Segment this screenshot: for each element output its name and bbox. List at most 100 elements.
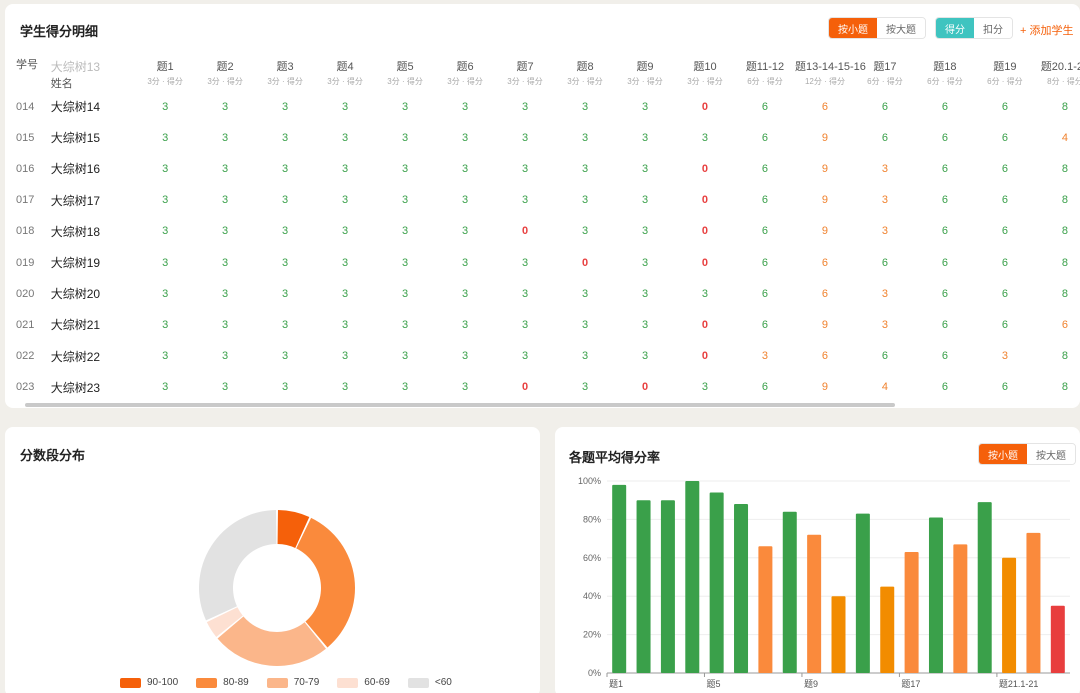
avg-by-big-question-button[interactable]: 按大题: [1027, 444, 1075, 464]
score-cell[interactable]: 3: [615, 216, 675, 247]
bar[interactable]: [904, 552, 919, 673]
score-cell[interactable]: 3: [495, 153, 555, 184]
score-cell[interactable]: 6: [855, 247, 915, 278]
header-question[interactable]: 题8 3分 · 得分: [555, 52, 615, 91]
score-cell[interactable]: 3: [195, 309, 255, 340]
score-cell[interactable]: 4: [855, 372, 915, 402]
score-cell[interactable]: 0: [495, 372, 555, 402]
by-big-question-button[interactable]: 按大题: [877, 18, 925, 38]
header-question[interactable]: 题9 3分 · 得分: [615, 52, 675, 91]
score-cell[interactable]: 6: [735, 122, 795, 153]
score-cell[interactable]: 3: [555, 122, 615, 153]
score-cell[interactable]: 3: [555, 341, 615, 372]
avg-by-small-question-button[interactable]: 按小题: [979, 444, 1027, 464]
score-cell[interactable]: 6: [735, 278, 795, 309]
score-cell[interactable]: 3: [495, 91, 555, 122]
score-cell[interactable]: 3: [375, 341, 435, 372]
score-cell[interactable]: 3: [615, 278, 675, 309]
score-cell[interactable]: 3: [435, 341, 495, 372]
score-cell[interactable]: 8: [1035, 372, 1080, 402]
bar[interactable]: [782, 511, 797, 673]
score-cell[interactable]: 3: [615, 247, 675, 278]
score-cell[interactable]: 3: [135, 309, 195, 340]
table-row[interactable]: 016 大综树16 3 3 3 3 3 3 3 3 3 0 6 9 3 6 6 8: [5, 153, 1080, 184]
score-cell[interactable]: 3: [135, 185, 195, 216]
score-cell[interactable]: 9: [795, 122, 855, 153]
table-row[interactable]: 019 大综树19 3 3 3 3 3 3 3 0 3 0 6 6 6 6 6 8: [5, 247, 1080, 278]
score-cell[interactable]: 3: [375, 91, 435, 122]
score-cell[interactable]: 3: [255, 216, 315, 247]
table-row[interactable]: 015 大综树15 3 3 3 3 3 3 3 3 3 3 6 9 6 6 6 4: [5, 122, 1080, 153]
score-cell[interactable]: 3: [315, 247, 375, 278]
score-cell[interactable]: 3: [315, 185, 375, 216]
score-cell[interactable]: 9: [795, 216, 855, 247]
bar[interactable]: [709, 492, 724, 673]
score-cell[interactable]: 3: [315, 278, 375, 309]
score-cell[interactable]: 3: [195, 216, 255, 247]
score-cell[interactable]: 3: [315, 216, 375, 247]
score-cell[interactable]: 0: [495, 216, 555, 247]
bar[interactable]: [612, 484, 627, 673]
score-cell[interactable]: 8: [1035, 216, 1080, 247]
score-cell[interactable]: 0: [675, 341, 735, 372]
header-question[interactable]: 题1 3分 · 得分: [135, 52, 195, 91]
score-cell[interactable]: 3: [255, 185, 315, 216]
bar[interactable]: [831, 596, 846, 673]
score-cell[interactable]: 6: [915, 341, 975, 372]
score-cell[interactable]: 3: [495, 309, 555, 340]
legend-item-below-60[interactable]: <60: [407, 677, 452, 688]
score-cell[interactable]: 3: [375, 278, 435, 309]
score-cell[interactable]: 8: [1035, 278, 1080, 309]
score-cell[interactable]: 6: [735, 91, 795, 122]
header-question[interactable]: 题11-12 6分 · 得分: [735, 52, 795, 91]
score-cell[interactable]: 3: [315, 153, 375, 184]
score-cell[interactable]: 3: [495, 341, 555, 372]
score-cell[interactable]: 3: [375, 185, 435, 216]
score-cell[interactable]: 6: [975, 309, 1035, 340]
table-row[interactable]: 021 大综树21 3 3 3 3 3 3 3 3 3 0 6 9 3 6 6 6: [5, 309, 1080, 340]
score-cell[interactable]: 6: [915, 153, 975, 184]
score-cell[interactable]: 3: [615, 91, 675, 122]
score-cell[interactable]: 8: [1035, 185, 1080, 216]
score-cell[interactable]: 3: [855, 185, 915, 216]
bar[interactable]: [1050, 605, 1065, 673]
legend-item-60-69[interactable]: 60-69: [337, 677, 390, 688]
score-cell[interactable]: 3: [135, 91, 195, 122]
header-question[interactable]: 题3 3分 · 得分: [255, 52, 315, 91]
header-question[interactable]: 题5 3分 · 得分: [375, 52, 435, 91]
table-row[interactable]: 017 大综树17 3 3 3 3 3 3 3 3 3 0 6 9 3 6 6 8: [5, 185, 1080, 216]
score-cell[interactable]: 3: [195, 91, 255, 122]
score-cell[interactable]: 9: [795, 372, 855, 402]
add-student-link[interactable]: + 添加学生: [1020, 22, 1073, 38]
score-cell[interactable]: 3: [195, 341, 255, 372]
score-cell[interactable]: 6: [735, 309, 795, 340]
score-cell[interactable]: 3: [255, 247, 315, 278]
score-cell[interactable]: 0: [675, 91, 735, 122]
score-cell[interactable]: 3: [855, 278, 915, 309]
score-cell[interactable]: 3: [675, 122, 735, 153]
score-cell[interactable]: 3: [135, 216, 195, 247]
score-cell[interactable]: 3: [255, 372, 315, 402]
header-question[interactable]: 题18 6分 · 得分: [915, 52, 975, 91]
score-cell[interactable]: 3: [255, 278, 315, 309]
score-cell[interactable]: 8: [1035, 247, 1080, 278]
score-cell[interactable]: 3: [195, 278, 255, 309]
score-cell[interactable]: 6: [735, 372, 795, 402]
score-cell[interactable]: 6: [735, 185, 795, 216]
score-cell[interactable]: 8: [1035, 153, 1080, 184]
score-cell[interactable]: 3: [375, 122, 435, 153]
score-cell[interactable]: 0: [675, 309, 735, 340]
score-cell[interactable]: 3: [435, 122, 495, 153]
score-cell[interactable]: 6: [915, 278, 975, 309]
score-cell[interactable]: 6: [735, 153, 795, 184]
score-mode-deduct-button[interactable]: 扣分: [974, 18, 1012, 38]
score-table-wrapper[interactable]: 学号 大综树13 姓名 题1 3分 · 得分 题2 3分 · 得分 题3 3分 · 得分 题4 3分…: [5, 52, 1080, 402]
score-cell[interactable]: 6: [975, 372, 1035, 402]
bar[interactable]: [734, 504, 749, 673]
bar[interactable]: [928, 517, 943, 673]
score-cell[interactable]: 3: [495, 122, 555, 153]
header-question[interactable]: 题10 3分 · 得分: [675, 52, 735, 91]
score-cell[interactable]: 6: [735, 216, 795, 247]
score-cell[interactable]: 3: [435, 216, 495, 247]
table-row[interactable]: 022 大综树22 3 3 3 3 3 3 3 3 3 0 3 6 6 6 3 8: [5, 341, 1080, 372]
